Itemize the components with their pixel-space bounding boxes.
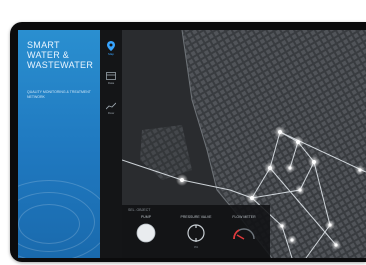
nav-rail: Map Data Flow [100,30,123,258]
app-title: Smart Water & Wastewater [27,40,97,70]
pump-knob-icon[interactable] [135,222,157,244]
app-title-line-1: Smart [27,40,60,50]
pump-label: Pump [140,215,152,219]
nav-item-map[interactable]: Map [102,36,120,60]
map-pin-icon [107,40,115,51]
layers-icon [106,71,116,80]
nav-item-flow[interactable]: Flow [102,96,120,120]
nav-label-data: Data [107,80,115,85]
selected-object-panel: Sel. Object Pump Pressure Valve 0% Flow … [122,205,270,258]
chart-icon [106,102,116,109]
nav-label-map: Map [108,51,114,56]
pressure-valve-label: Pressure Valve [180,215,212,219]
valve-icon[interactable] [185,222,207,244]
app-screen: Smart Water & Wastewater Quality monitor… [18,30,366,258]
pressure-valve-control[interactable]: Pressure Valve 0% [174,215,218,255]
nav-label-flow: Flow [107,110,115,115]
pressure-valve-value: 0% [193,245,199,249]
pump-control[interactable]: Pump [124,215,168,255]
water-ripple [18,204,80,244]
gauge-icon[interactable] [231,222,257,244]
app-subtitle: Quality monitoring & treatment network [27,90,91,99]
flow-meter-control[interactable]: Flow Meter [222,215,266,255]
brand-panel: Smart Water & Wastewater Quality monitor… [18,30,100,258]
app-title-line-2: Water & [27,50,70,60]
panel-title: Sel. Object [128,208,151,212]
flow-meter-label: Flow Meter [232,215,256,219]
app-title-line-3: Wastewater [27,60,94,70]
nav-item-data[interactable]: Data [102,66,120,90]
